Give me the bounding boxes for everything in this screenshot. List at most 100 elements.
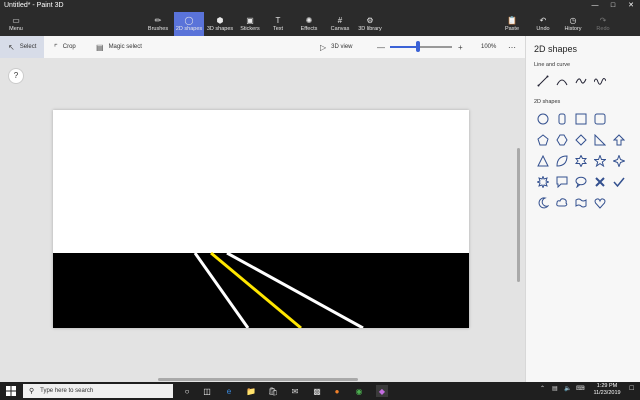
redo-button[interactable]: ↷ Redo [592, 12, 614, 36]
clipboard-icon: 📋 [507, 16, 517, 25]
search-icon: ⚲ [29, 388, 35, 395]
volume-icon[interactable]: 🔈 [564, 385, 571, 392]
clock-time: 1:29 PM [596, 383, 618, 389]
undo-icon: ↶ [539, 16, 547, 25]
network-icon[interactable]: ▤ [552, 385, 558, 392]
notifications-icon[interactable]: ☐ [629, 385, 634, 392]
star-4-icon [613, 155, 625, 167]
line-shape[interactable] [536, 74, 550, 88]
drawing-canvas[interactable] [53, 110, 469, 328]
wave-shape[interactable] [593, 74, 607, 88]
more-options-button[interactable]: ⋯ [508, 36, 521, 58]
undo-button[interactable]: ↶ Undo [532, 12, 554, 36]
rounded-square-shape[interactable] [555, 112, 569, 126]
3d-view-toggle[interactable]: ▷ 3D view [320, 36, 353, 58]
title-bar: Untitled* - Paint 3D — □ ✕ [0, 0, 640, 12]
star-4-shape[interactable] [612, 154, 626, 168]
leaf-shape[interactable] [555, 154, 569, 168]
curve-shape[interactable] [555, 74, 569, 88]
select-tool[interactable]: ↖ Select [0, 36, 44, 58]
moon-icon [538, 197, 549, 209]
2d-shapes-button[interactable]: ◯ 2D shapes [174, 12, 204, 36]
horizontal-scrollbar[interactable] [158, 378, 358, 381]
circle-shape[interactable] [536, 112, 550, 126]
moon-shape[interactable] [536, 196, 550, 210]
menu-label: Menu [9, 26, 23, 32]
canvas-button[interactable]: # Canvas [329, 12, 351, 36]
burst-shape[interactable] [536, 175, 550, 189]
crop-tool[interactable]: ⌜ Crop [54, 36, 76, 58]
history-button[interactable]: ◷ History [562, 12, 584, 36]
3d-shapes-label: 3D shapes [206, 26, 234, 32]
text-button[interactable]: T Text [268, 12, 288, 36]
terminal-icon[interactable]: ▩ [311, 385, 323, 397]
magic-select-tool[interactable]: ▤ Magic select [96, 36, 142, 58]
checkmark-shape[interactable] [612, 175, 626, 189]
diamond-shape[interactable] [574, 133, 588, 147]
clock-date: 11/23/2019 [593, 390, 621, 396]
hexagon-shape[interactable] [555, 133, 569, 147]
help-button[interactable]: ? [8, 68, 24, 84]
paste-button[interactable]: 📋 Paste [501, 12, 523, 36]
2d-shapes-icon: ◯ [184, 16, 194, 25]
cortana-icon[interactable]: ○ [181, 385, 193, 397]
menu-button[interactable]: ▭ Menu [4, 12, 28, 36]
history-icon: ◷ [569, 16, 577, 25]
brushes-button[interactable]: ✏ Brushes [144, 12, 172, 36]
3d-library-button[interactable]: ⚙ 3D library [356, 12, 384, 36]
task-view-icon[interactable]: ◫ [201, 385, 213, 397]
effects-button[interactable]: ✺ Effects [298, 12, 320, 36]
oval-callout-shape[interactable] [574, 175, 588, 189]
vertical-scrollbar[interactable] [517, 148, 520, 282]
firefox-icon[interactable]: ● [331, 385, 343, 397]
rounded-rect-shape[interactable] [593, 112, 607, 126]
s-curve-shape[interactable] [574, 74, 588, 88]
mail-icon[interactable]: ✉ [289, 385, 301, 397]
effects-icon: ✺ [305, 16, 313, 25]
speech-bubble-shape[interactable] [555, 175, 569, 189]
zoom-slider[interactable] [390, 46, 452, 48]
triangle-shape[interactable] [536, 154, 550, 168]
heart-shape[interactable] [593, 196, 607, 210]
zoom-slider-thumb[interactable] [415, 41, 420, 52]
zoom-out-button[interactable]: — [377, 36, 390, 58]
effects-label: Effects [300, 26, 318, 32]
banner-shape[interactable] [574, 196, 588, 210]
edge-icon[interactable]: e [223, 385, 235, 397]
right-triangle-shape[interactable] [593, 133, 607, 147]
stickers-label: Stickers [240, 26, 260, 32]
maximize-button[interactable]: □ [604, 0, 622, 12]
paint-3d-taskbar-icon[interactable]: ◆ [376, 385, 388, 397]
store-icon[interactable]: 🛍 [267, 385, 279, 397]
oval-callout-icon [575, 176, 587, 188]
magic-select-label: Magic select [108, 44, 142, 50]
keyboard-icon[interactable]: ⌨ [576, 385, 585, 392]
zoom-in-button[interactable]: + [458, 36, 468, 58]
minimize-button[interactable]: — [586, 0, 604, 12]
taskbar: ⚲ Type here to search ○ ◫ e 📁 🛍 ✉ ▩ ● ◉ … [0, 382, 640, 400]
chrome-icon[interactable]: ◉ [353, 385, 365, 397]
arrow-shape[interactable] [612, 133, 626, 147]
zoom-percent[interactable]: 100% [481, 36, 496, 58]
3d-shapes-button[interactable]: ⬢ 3D shapes [205, 12, 235, 36]
line-icon [537, 75, 549, 87]
file-explorer-icon[interactable]: 📁 [245, 385, 257, 397]
clock[interactable]: 1:29 PM 11/23/2019 [586, 383, 628, 397]
star-5-shape[interactable] [593, 154, 607, 168]
square-shape[interactable] [574, 112, 588, 126]
cube-icon: ⬢ [216, 16, 224, 25]
close-button[interactable]: ✕ [622, 0, 640, 12]
star-6-shape[interactable] [574, 154, 588, 168]
main-toolbar: ▭ Menu ✏ Brushes ◯ 2D shapes ⬢ 3D shapes… [0, 12, 640, 36]
help-icon: ? [13, 71, 19, 80]
undo-label: Undo [536, 26, 550, 32]
cloud-shape[interactable] [555, 196, 569, 210]
cross-shape[interactable] [593, 175, 607, 189]
checkmark-icon [613, 177, 625, 188]
stickers-button[interactable]: ▣ Stickers [238, 12, 262, 36]
taskbar-search[interactable]: ⚲ Type here to search [23, 384, 173, 398]
pentagon-shape[interactable] [536, 133, 550, 147]
tray-chevron-icon[interactable]: ⌃ [540, 385, 545, 392]
start-button[interactable] [5, 385, 17, 397]
canvas-label: Canvas [330, 26, 350, 32]
